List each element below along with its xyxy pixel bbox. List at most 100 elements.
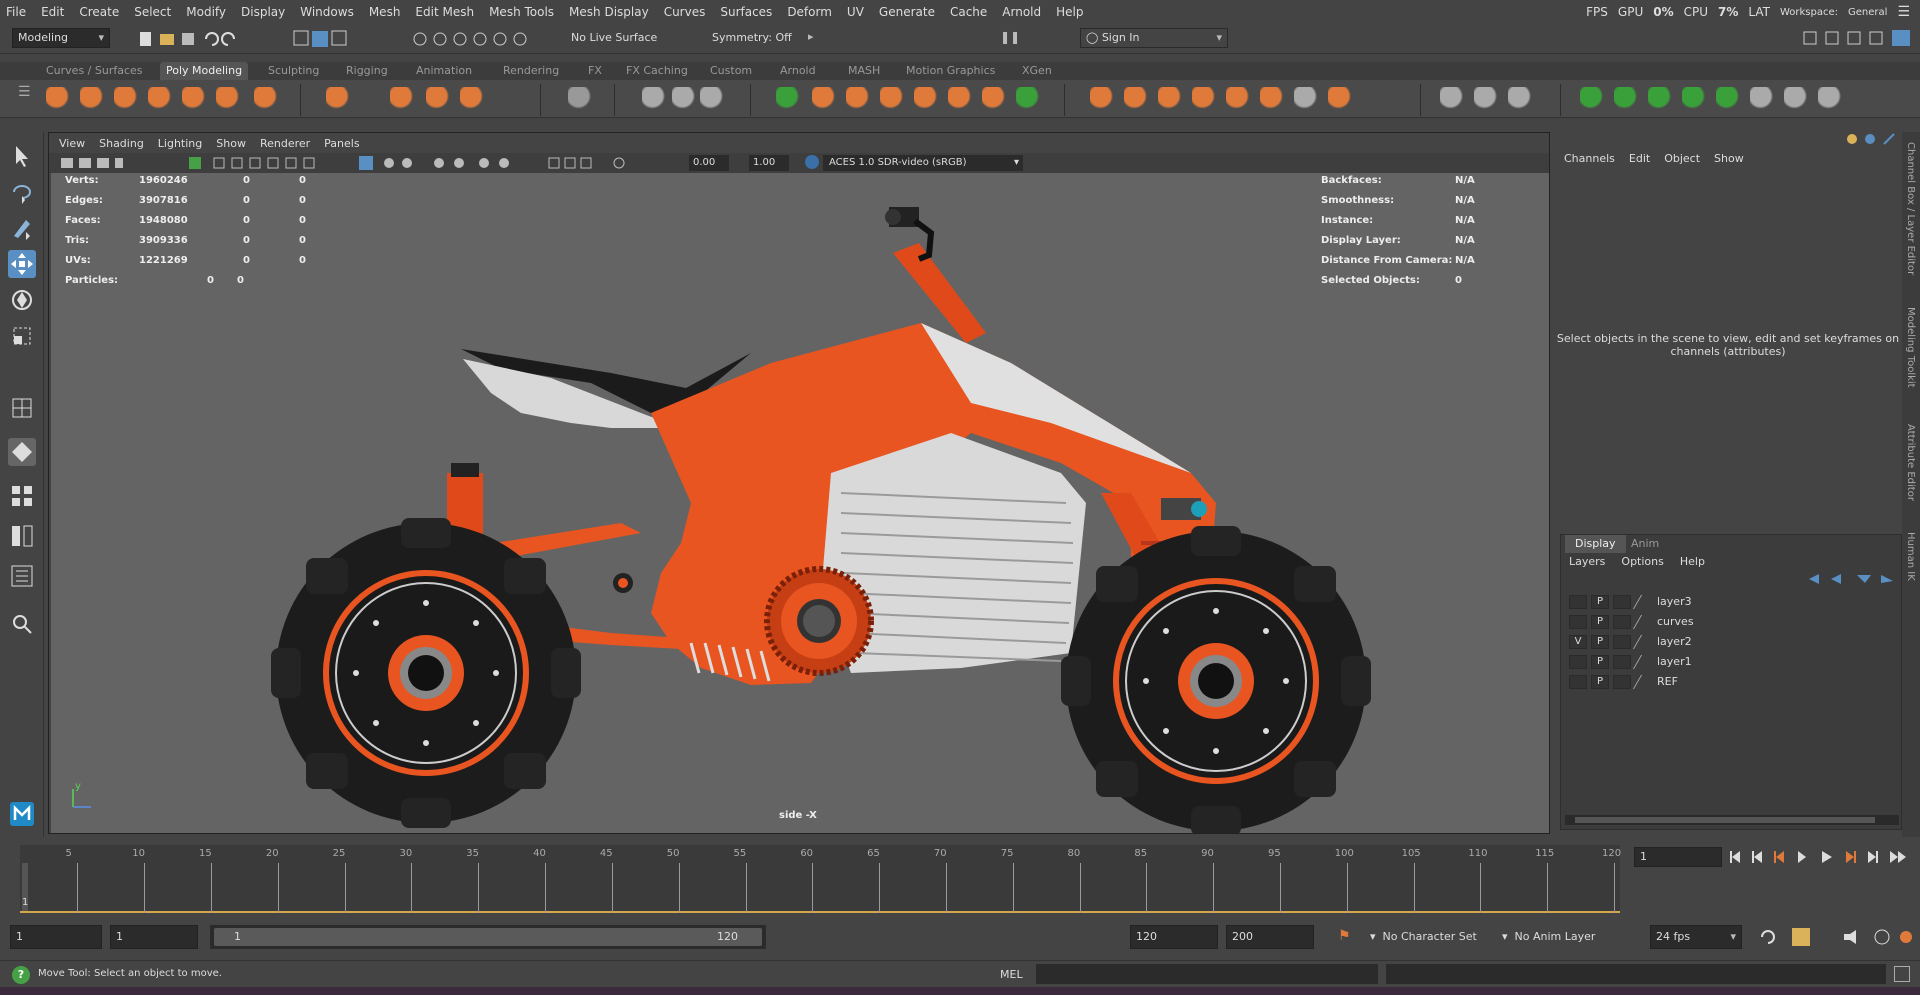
layer-row[interactable]: Player1 [1569,653,1894,671]
menu-uv[interactable]: UV [847,5,864,19]
perspective-layout-icon[interactable] [8,438,36,466]
chamfer-icon[interactable] [1328,87,1354,113]
menu-surfaces[interactable]: Surfaces [720,5,772,19]
bridge-icon[interactable] [1158,87,1184,113]
append-icon[interactable] [1124,87,1150,113]
channel-menu-channels[interactable]: Channels [1564,152,1615,165]
panel-toolbar-icons[interactable] [59,155,669,171]
playback-controls[interactable] [1724,847,1914,867]
motorcycle-model[interactable] [51,173,1549,833]
playback-toggle[interactable]: P [1591,595,1609,609]
paint-select-icon[interactable] [8,214,36,242]
viewport-menu-lighting[interactable]: Lighting [158,137,202,150]
menu-mesh-display[interactable]: Mesh Display [569,5,649,19]
super-shape-icon[interactable] [390,87,416,113]
color-management-icon[interactable] [805,155,819,169]
shelf-tab-poly-modeling[interactable]: Poly Modeling [160,62,249,80]
sign-in-button[interactable]: ◯ Sign In ▾ [1080,28,1228,48]
soccer-ball-icon[interactable] [326,87,352,113]
smooth-icon[interactable] [914,87,940,113]
merge-icon[interactable] [1260,87,1286,113]
side-viewport[interactable]: Verts: 1960246 0 0 Edges: 3907816 0 0 Faces: 1948… [51,173,1549,833]
range-bar[interactable]: 1 120 [210,925,766,949]
separate-icon[interactable] [812,87,838,113]
playback-toggle[interactable]: P [1591,655,1609,669]
menu-file[interactable]: File [6,5,26,19]
rotate-tool-icon[interactable] [8,286,36,314]
menu-display[interactable]: Display [241,5,285,19]
search-icon[interactable] [8,610,36,638]
colorspace-dropdown[interactable]: ACES 1.0 SDR-video (sRGB) ▾ [823,155,1023,171]
wedge-icon[interactable] [1614,87,1640,113]
channel-menu-object[interactable]: Object [1664,152,1700,165]
visibility-toggle[interactable] [1569,615,1587,629]
extrude-icon[interactable] [1192,87,1218,113]
script-language-label[interactable]: MEL [1000,968,1023,981]
playback-toggle[interactable]: P [1591,615,1609,629]
outliner-layout-icon[interactable] [8,562,36,590]
start-time-field[interactable]: 1 [10,925,102,949]
layer-row[interactable]: V Player2 [1569,633,1894,651]
live-surface-field[interactable]: No Live Surface [565,28,663,48]
side-tab-attribute-editor[interactable]: Attribute Editor [1905,424,1916,501]
viewport-menu-shading[interactable]: Shading [99,137,144,150]
arrow-right-icon[interactable]: ▸ [808,30,816,48]
menu-mesh-tools[interactable]: Mesh Tools [489,5,554,19]
visibility-toggle[interactable] [1569,595,1587,609]
shelf-tab-curves-surfaces[interactable]: Curves / Surfaces [40,62,149,80]
bevel-icon[interactable] [1226,87,1252,113]
menu-windows[interactable]: Windows [300,5,354,19]
viewport-menu-panels[interactable]: Panels [324,137,359,150]
menu-curves[interactable]: Curves [664,5,706,19]
combine-icon[interactable] [776,87,802,113]
command-input[interactable] [1036,964,1378,984]
layer-color-icon[interactable] [1632,675,1656,689]
sphere-icon[interactable] [46,87,72,113]
shelf-tab-rendering[interactable]: Rendering [497,62,565,80]
exposure-field[interactable]: 0.00 [689,155,729,171]
help-icon[interactable]: ? [12,966,30,984]
menu-generate[interactable]: Generate [879,5,935,19]
auto-key-icon[interactable]: ⚑ [1338,928,1352,946]
fill-hole-icon[interactable] [1090,87,1116,113]
two-pane-layout-icon[interactable] [8,522,36,550]
display-type-toggle[interactable] [1613,635,1631,649]
menu-create[interactable]: Create [79,5,119,19]
visibility-toggle[interactable] [1569,675,1587,689]
selection-mask-icons[interactable] [290,29,590,49]
display-type-toggle[interactable] [1613,595,1631,609]
channel-menu-show[interactable]: Show [1714,152,1744,165]
shelf-tab-sculpting[interactable]: Sculpting [262,62,325,80]
symmetry-dropdown[interactable]: Symmetry: Off [706,28,804,48]
layer-menu-options[interactable]: Options [1621,555,1663,568]
panel-toggle-icons[interactable] [1800,28,1918,48]
scale-tool-icon[interactable] [8,322,36,350]
circularize-icon[interactable] [1682,87,1708,113]
shelf-tab-xgen[interactable]: XGen [1016,62,1058,80]
script-editor-icon[interactable] [1894,966,1910,982]
display-type-toggle[interactable] [1613,615,1631,629]
triangulate-icon[interactable] [1750,87,1776,113]
shelf-menu-icon[interactable]: ☰ [18,84,31,114]
menu-mesh[interactable]: Mesh [369,5,401,19]
end-time-field[interactable]: 200 [1226,925,1314,949]
select-tool-icon[interactable] [8,142,36,170]
side-tab-channel-box[interactable]: Channel Box / Layer Editor [1905,142,1916,275]
layer-color-icon[interactable] [1632,615,1656,629]
display-type-toggle[interactable] [1613,675,1631,689]
cleanup-icon[interactable] [982,87,1008,113]
shelf-tab-animation[interactable]: Animation [410,62,478,80]
gamma-field[interactable]: 1.00 [749,155,789,171]
viewport-menu-view[interactable]: View [59,137,85,150]
layer-scrollbar[interactable] [1565,815,1899,825]
layer-color-icon[interactable] [1632,595,1656,609]
snowflake-icon[interactable] [700,87,726,113]
shelf-tab-mash[interactable]: MASH [842,62,886,80]
menu-help[interactable]: Help [1056,5,1083,19]
playback-toggle[interactable]: P [1591,675,1609,689]
layer-row[interactable]: Pcurves [1569,613,1894,631]
poke-icon[interactable] [1580,87,1606,113]
connect-icon[interactable] [1508,87,1534,113]
disc-icon[interactable] [254,87,280,113]
layer-tab-anim[interactable]: Anim [1621,535,1669,553]
